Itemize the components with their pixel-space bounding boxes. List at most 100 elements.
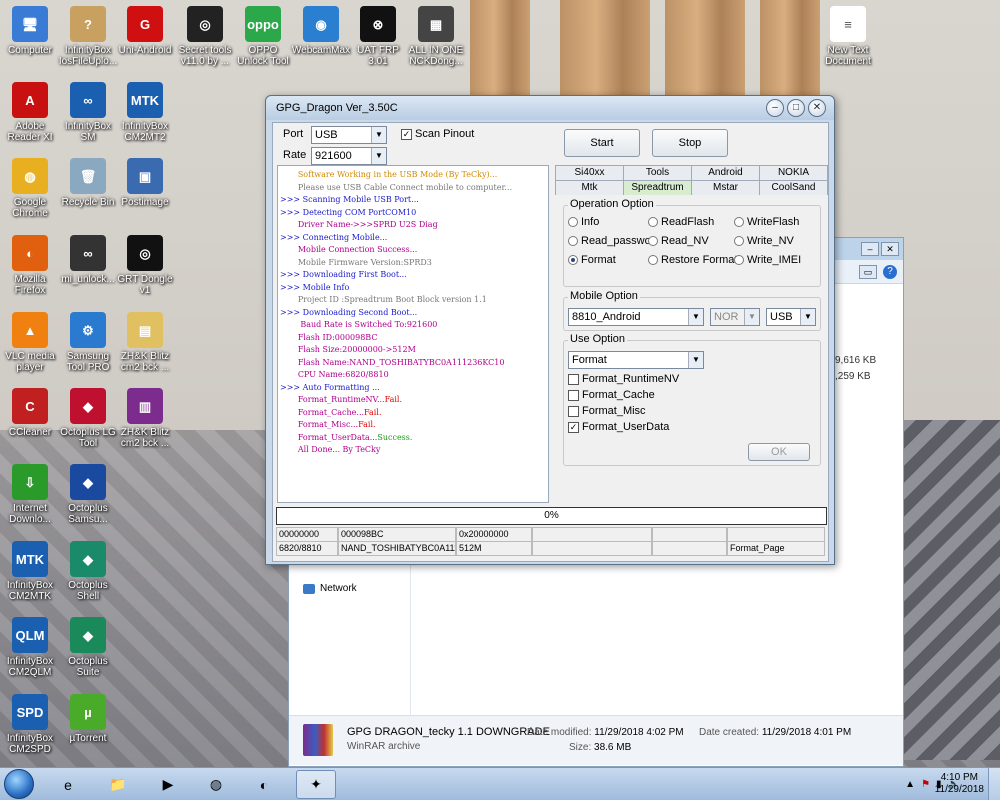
chevron-down-icon: ▼ [744, 309, 759, 325]
tab-nokia[interactable]: NOKIA [759, 165, 828, 180]
checkbox-checked-icon: ✓ [568, 421, 579, 433]
log-line: Format_Cache...Fail. [297, 407, 382, 417]
desktop-icon[interactable]: ◆ Octoplus Suite [58, 617, 118, 678]
status-cell [652, 527, 727, 542]
chrome-taskbar-icon[interactable]: ◍ [196, 770, 236, 799]
desktop-icon[interactable]: ◆ Octoplus Shell [58, 541, 118, 602]
chevron-down-icon: ▼ [688, 309, 703, 325]
stop-button[interactable]: Stop [652, 129, 728, 157]
show-desktop-button[interactable] [988, 768, 1000, 800]
window-title: GPG_Dragon Ver_3.50C [266, 96, 834, 120]
scan-pinout-checkbox[interactable]: ✓ Scan Pinout [401, 128, 474, 140]
tray-arrow-icon[interactable]: ▲ [905, 779, 915, 790]
operation-radio[interactable]: Info [568, 216, 599, 228]
media-player-icon[interactable]: ▶ [148, 770, 188, 799]
desktop-icon[interactable]: 🗑 Recycle Bin [58, 158, 118, 208]
operation-radio[interactable]: Read_passwo [568, 235, 651, 247]
tab-coolsand[interactable]: CoolSand [759, 180, 828, 195]
use-option-checkbox[interactable]: Format_Misc [568, 405, 646, 417]
desktop-icon[interactable]: ◍ Google Chrome [0, 158, 60, 219]
operation-radio[interactable]: Read_NV [648, 235, 709, 247]
close-button[interactable]: ✕ [808, 99, 826, 117]
nav-network[interactable]: Network [303, 583, 357, 594]
connection-select[interactable]: USB ▼ [766, 308, 816, 326]
operation-radio[interactable]: WriteFlash [734, 216, 799, 228]
mobile-model-select[interactable]: 8810_Android ▼ [568, 308, 704, 326]
mobile-option-title: Mobile Option [568, 290, 640, 302]
desktop-icon[interactable]: SPD InfinityBox CM2SPD [0, 694, 60, 755]
desktop-icon[interactable]: ? InfinityBox IosFileUplo... [58, 6, 118, 67]
desktop-icon[interactable]: ≡ New Text Document [818, 6, 878, 67]
desktop-icon[interactable]: MTK InfinityBox CM2MT2 [115, 82, 175, 143]
gpg-dragon-taskbar-icon[interactable]: ✦ [296, 770, 336, 799]
minimize-button[interactable]: – [766, 99, 784, 117]
use-option-checkbox[interactable]: ✓ Format_UserData [568, 421, 669, 433]
ok-button[interactable]: OK [748, 443, 810, 461]
action-center-icon[interactable]: ⚑ [921, 779, 930, 790]
use-option-select[interactable]: Format ▼ [568, 351, 704, 369]
desktop-icon[interactable]: ▥ ZH&K Blitz cm2 bck ... [115, 388, 175, 449]
desktop-icon[interactable]: ◆ Octoplus Samsu... [58, 464, 118, 525]
desktop-icon-label: Octoplus LG Tool [60, 427, 116, 449]
desktop-icon[interactable]: µ µTorrent [58, 694, 118, 744]
desktop-icon[interactable]: oppo OPPO Unlock Tool [233, 6, 293, 67]
infinitybox-spd-icon: SPD [12, 694, 48, 730]
minimize-icon[interactable]: – [861, 242, 879, 256]
tab-android[interactable]: Android [691, 165, 760, 180]
use-option-checkbox[interactable]: Format_Cache [568, 389, 655, 401]
tab-mtk[interactable]: Mtk [555, 180, 624, 195]
desktop-icon[interactable]: ⇩ Internet Downlo... [0, 464, 60, 525]
file-name: GPG DRAGON_tecky 1.1 DOWNGRADE [347, 726, 550, 738]
port-select[interactable]: USB ▼ [311, 126, 387, 144]
desktop-icon[interactable]: ◉ WebcamMax [291, 6, 351, 56]
desktop-icon[interactable]: ◎ GRT Dongle v1 [115, 235, 175, 296]
flash-type-select[interactable]: NOR ▼ [710, 308, 760, 326]
internet-explorer-icon[interactable]: e [48, 770, 88, 799]
maximize-button[interactable]: □ [787, 99, 805, 117]
operation-radio[interactable]: Restore Format [648, 254, 737, 266]
desktop-icon[interactable]: 🖥 Computer [0, 6, 60, 56]
file-size-2: ,259 KB [835, 371, 871, 382]
operation-radio[interactable]: ReadFlash [648, 216, 714, 228]
desktop-icon[interactable]: ⚙ Samsung Tool PRO [58, 312, 118, 373]
desktop-icon[interactable]: ∞ mi_unlock... [58, 235, 118, 285]
close-icon[interactable]: ✕ [881, 242, 899, 256]
desktop-icon[interactable]: ◐ Mozilla Firefox [0, 235, 60, 296]
postimage-icon: ▣ [127, 158, 163, 194]
start-button[interactable] [4, 769, 34, 799]
desktop-icon[interactable]: ▤ ZH&K Blitz cm2 bck ... [115, 312, 175, 373]
use-option-checkbox[interactable]: Format_RuntimeNV [568, 373, 679, 385]
desktop-icon[interactable]: C CCleaner [0, 388, 60, 438]
desktop-icon[interactable]: ∞ InfinityBox SM [58, 82, 118, 143]
desktop-icon[interactable]: QLM InfinityBox CM2QLM [0, 617, 60, 678]
rate-select[interactable]: 921600 ▼ [311, 147, 387, 165]
desktop-icon[interactable]: ◎ Secret tools v11.0 by ... [175, 6, 235, 67]
operation-radio[interactable]: Write_NV [734, 235, 794, 247]
clock[interactable]: 4:10 PM 11/29/2018 [935, 772, 984, 796]
desktop-icon[interactable]: MTK InfinityBox CM2MTK [0, 541, 60, 602]
operation-radio[interactable]: Format [568, 254, 616, 266]
desktop-icon[interactable]: ◆ Octoplus LG Tool [58, 388, 118, 449]
radio-icon [648, 255, 658, 265]
help-icon[interactable]: ? [883, 264, 897, 279]
tab-tools[interactable]: Tools [623, 165, 692, 180]
desktop-icon[interactable]: ⊗ UAT FRP 3.01 [348, 6, 408, 67]
explorer-window-lower: Network GPG DRAGON_tecky 1.1 DOWNGRADE W… [288, 565, 904, 767]
tab-si40xx[interactable]: Si40xx [555, 165, 624, 180]
preview-pane-icon[interactable]: ▭ [859, 264, 877, 279]
desktop-icon[interactable]: G Uni-Android [115, 6, 175, 56]
use-option-label: Format_Misc [582, 405, 646, 417]
desktop-icon[interactable]: ▲ VLC media player [0, 312, 60, 373]
status-cell [532, 527, 652, 542]
desktop-icon[interactable]: ▦ ALL IN ONE NCKDong... [406, 6, 466, 67]
operation-radio[interactable]: Write_IMEI [734, 254, 801, 266]
desktop-icon[interactable]: A Adobe Reader XI [0, 82, 60, 143]
start-button[interactable]: Start [564, 129, 640, 157]
firefox-taskbar-icon[interactable]: ◐ [244, 770, 284, 799]
radio-icon [734, 236, 744, 246]
chevron-down-icon: ▼ [800, 309, 815, 325]
desktop-icon[interactable]: ▣ Postimage [115, 158, 175, 208]
file-explorer-icon[interactable]: 📁 [98, 770, 138, 799]
tab-spreadtrum[interactable]: Spreadtrum [623, 180, 692, 195]
tab-mstar[interactable]: Mstar [691, 180, 760, 195]
